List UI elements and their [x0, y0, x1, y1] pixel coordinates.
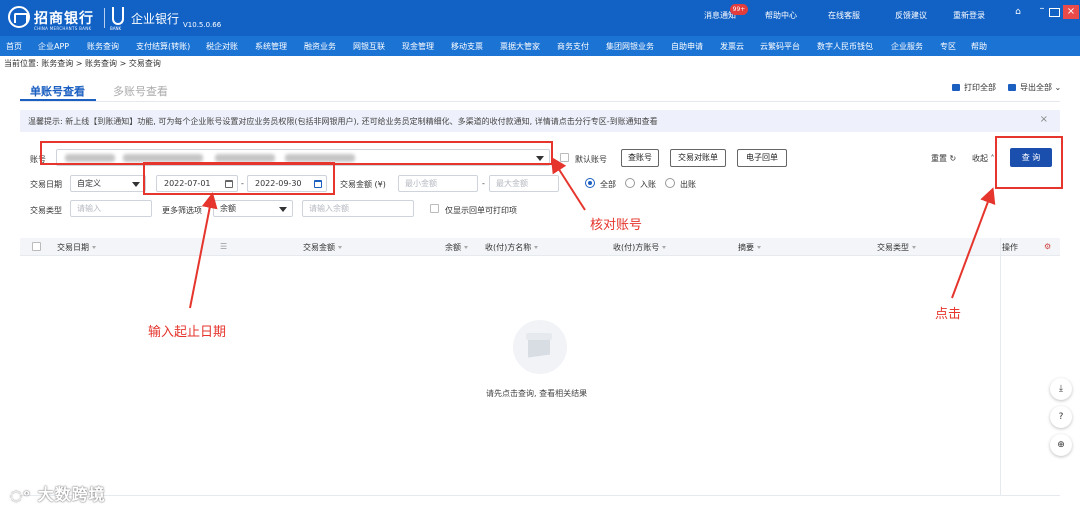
- watermark-text: 大数跨境: [37, 485, 106, 504]
- annotation-arrows: [189, 156, 996, 309]
- arrow-to-query: [951, 187, 996, 299]
- arrow-to-account: [550, 156, 586, 211]
- watermark-logo-icon: ◌ᵒ: [10, 488, 32, 504]
- arrow-to-date: [189, 192, 218, 309]
- watermark: ◌ᵒ 大数跨境: [10, 481, 106, 505]
